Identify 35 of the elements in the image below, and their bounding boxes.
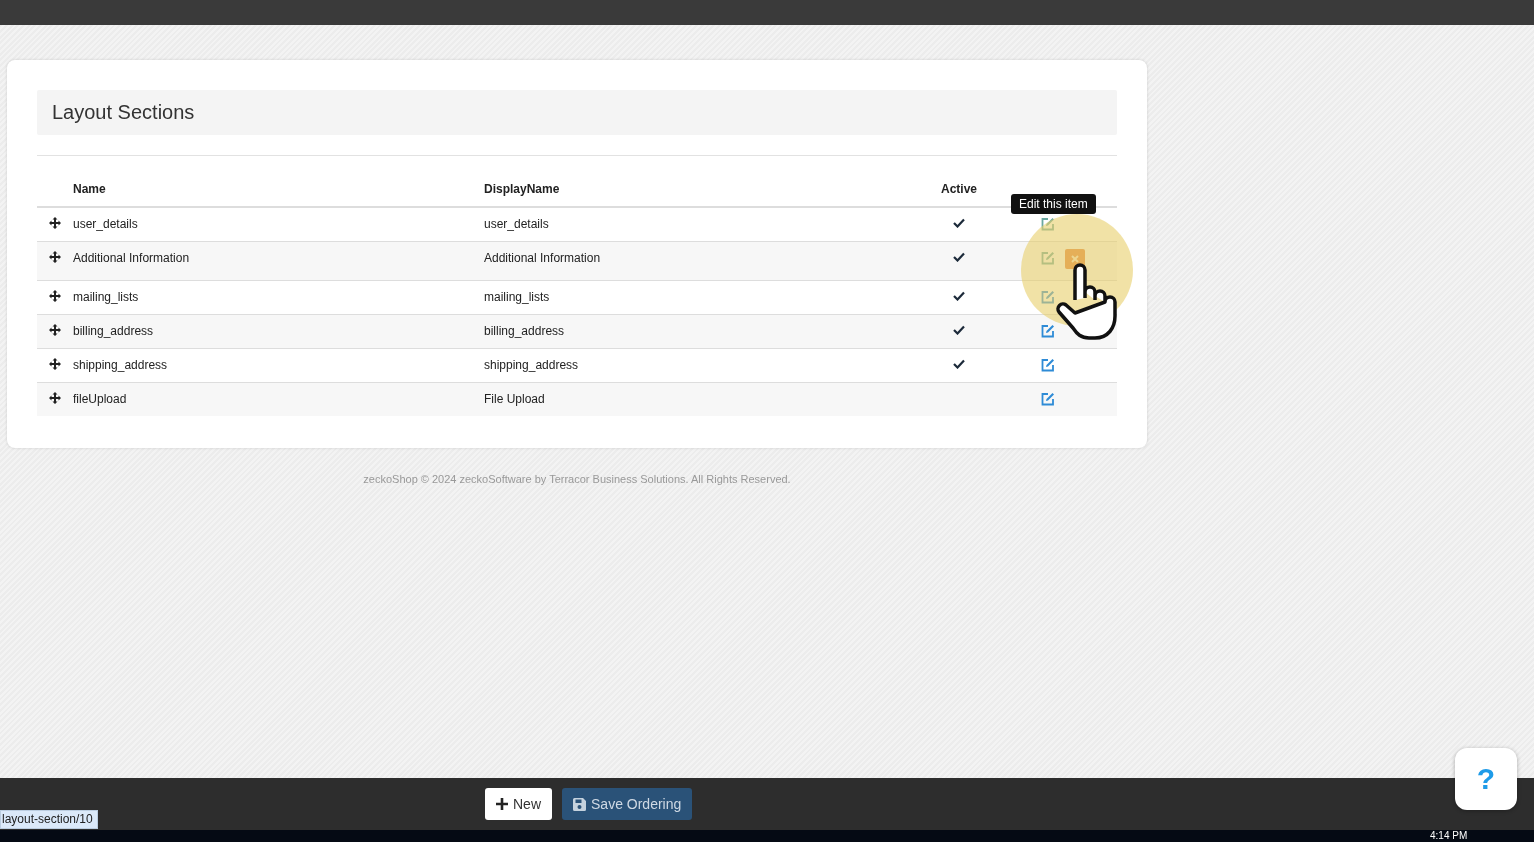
move-icon[interactable]	[49, 358, 61, 370]
table-cell: Additional Information	[73, 251, 190, 265]
column-header: Active	[941, 182, 977, 196]
move-icon[interactable]	[49, 392, 61, 404]
new-button[interactable]: New	[485, 788, 552, 820]
save-ordering-button[interactable]: Save Ordering	[562, 788, 693, 820]
move-icon[interactable]	[49, 251, 61, 263]
move-icon[interactable]	[49, 290, 61, 302]
move-icon[interactable]	[49, 324, 61, 336]
edit-icon[interactable]	[1041, 217, 1055, 231]
table-cell: user_details	[73, 217, 138, 231]
tooltip: Edit this item	[1011, 194, 1096, 214]
help-button[interactable]: ?	[1455, 748, 1517, 810]
edit-icon[interactable]	[1041, 324, 1055, 338]
status-url: layout-section/10	[0, 810, 98, 829]
column-header: Name	[73, 182, 106, 196]
table-cell: mailing_lists	[484, 290, 550, 304]
table-cell: fileUpload	[73, 392, 127, 406]
table-cell: user_details	[484, 217, 549, 231]
taskbar-time: 4:14 PM	[1430, 830, 1468, 842]
move-icon[interactable]	[49, 217, 61, 229]
table-cell: File Upload	[484, 392, 545, 406]
edit-icon[interactable]	[1041, 358, 1055, 372]
table-cell: billing_address	[484, 324, 565, 338]
table-cell: billing_address	[73, 324, 154, 338]
close-icon	[1070, 254, 1080, 264]
panel-title: Layout Sections	[37, 90, 1117, 135]
copyright-text: zeckoShop © 2024 zeckoSoftware by Terracor Business Solutions. All Rights Reserved.	[363, 473, 791, 485]
edit-icon[interactable]	[1041, 392, 1055, 406]
table-cell: mailing_lists	[73, 290, 139, 304]
table-cell: shipping_address	[73, 358, 168, 372]
column-header: DisplayName	[484, 182, 560, 196]
table-cell: Additional Information	[484, 251, 601, 265]
table-cell: shipping_address	[484, 358, 579, 372]
plus-icon	[496, 798, 508, 810]
